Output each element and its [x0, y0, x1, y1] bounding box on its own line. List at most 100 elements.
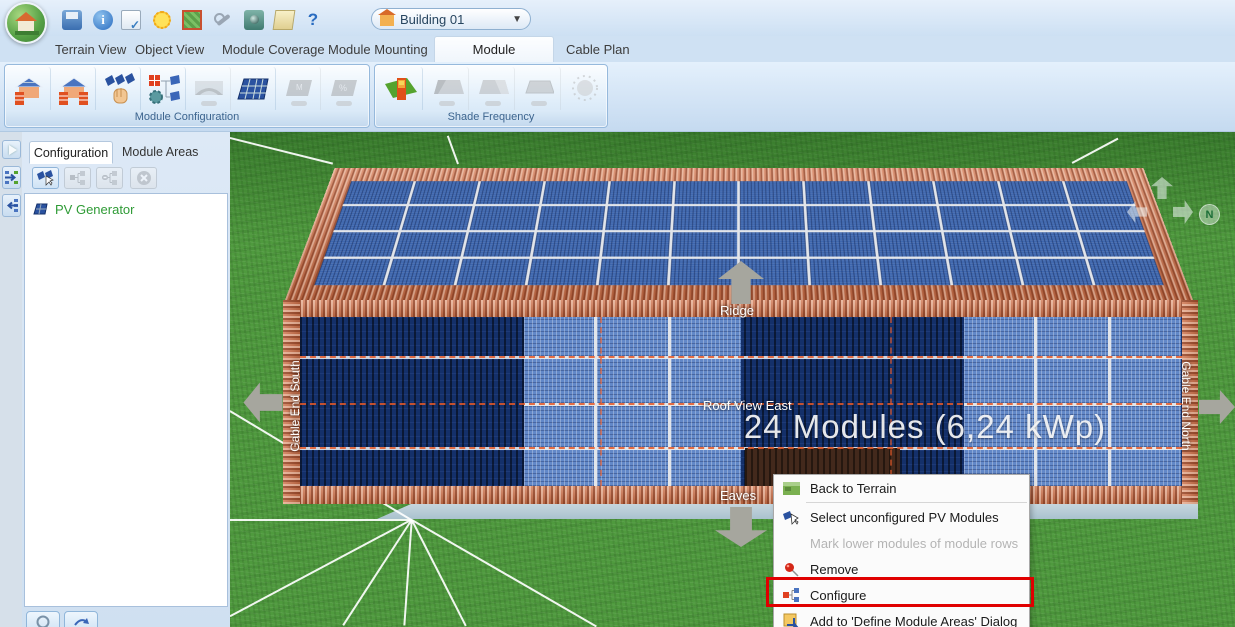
pv-module[interactable]: [394, 232, 466, 257]
pv-module[interactable]: [740, 181, 803, 204]
sun-simulation-button[interactable]: [563, 67, 607, 112]
pv-module[interactable]: [334, 206, 406, 230]
pv-module[interactable]: [810, 259, 880, 285]
pv-module[interactable]: [532, 232, 601, 257]
menu-item-back-to-terrain[interactable]: Back to Terrain: [774, 475, 1029, 501]
pv-module[interactable]: [598, 259, 668, 285]
pv-module[interactable]: [1012, 232, 1084, 257]
pv-module[interactable]: [343, 181, 413, 204]
pv-module[interactable]: [524, 450, 594, 486]
roof-view-button[interactable]: [187, 67, 231, 112]
select-modules-hand-button[interactable]: [97, 67, 141, 112]
pv-module[interactable]: [385, 259, 459, 285]
package-icon[interactable]: [273, 10, 296, 30]
pv-module[interactable]: [1080, 232, 1154, 257]
pv-module[interactable]: [1111, 317, 1181, 356]
pv-module[interactable]: [1037, 450, 1107, 486]
sun-icon[interactable]: [152, 10, 172, 30]
pv-module[interactable]: [456, 259, 529, 285]
pv-module[interactable]: [1006, 206, 1077, 230]
pv-module[interactable]: [876, 232, 945, 257]
scene-3d-viewport[interactable]: Ridge Eaves Roof View East Gable End Sou…: [230, 132, 1235, 627]
delete-button[interactable]: [130, 167, 157, 189]
pv-module[interactable]: [873, 206, 941, 230]
pv-module[interactable]: [1000, 181, 1069, 204]
module-array-button[interactable]: [232, 67, 276, 112]
tab-module-coverage[interactable]: Module Coverage: [222, 42, 325, 57]
pv-module[interactable]: [542, 181, 608, 204]
pv-module[interactable]: [1065, 181, 1135, 204]
tab-module-configuration[interactable]: Module Configuration: [434, 36, 554, 62]
pv-module[interactable]: [944, 232, 1015, 257]
info-icon[interactable]: i: [93, 10, 113, 30]
pv-module[interactable]: [597, 359, 667, 403]
pv-module[interactable]: [879, 259, 950, 285]
pv-module[interactable]: [463, 232, 534, 257]
map-icon[interactable]: [182, 10, 202, 30]
sidebar-bottom-info-button[interactable]: [26, 611, 60, 627]
pv-module[interactable]: [671, 450, 741, 486]
pv-module[interactable]: [1037, 359, 1107, 403]
help-icon[interactable]: ?: [303, 10, 323, 30]
pv-module[interactable]: [870, 181, 936, 204]
pv-module[interactable]: [949, 259, 1022, 285]
pv-module[interactable]: [597, 317, 667, 356]
configure-building-all-button[interactable]: [52, 67, 96, 112]
shade-corner-module-button[interactable]: [471, 67, 515, 112]
sidebar-tab-configuration[interactable]: Configuration: [29, 141, 113, 164]
menu-item-select-unconfigured[interactable]: Select unconfigured PV Modules: [774, 504, 1029, 530]
pv-module[interactable]: [673, 206, 738, 230]
camera-icon[interactable]: [244, 10, 264, 30]
configure-building-button[interactable]: [7, 67, 51, 112]
pv-module[interactable]: [608, 181, 673, 204]
module-info-button[interactable]: M: [277, 67, 321, 112]
tools-icon[interactable]: [213, 10, 233, 30]
pv-module[interactable]: [1111, 359, 1181, 403]
pv-module[interactable]: [605, 206, 671, 230]
pv-module[interactable]: [671, 317, 741, 356]
tab-module-mounting[interactable]: Module Mounting: [328, 42, 428, 57]
pv-module[interactable]: [524, 317, 594, 356]
shade-frequency-button[interactable]: [379, 67, 423, 112]
pv-module[interactable]: [964, 359, 1034, 403]
tab-cable-plan[interactable]: Cable Plan: [566, 42, 630, 57]
tree-item-pv-generator[interactable]: PV Generator: [25, 194, 227, 217]
pv-module[interactable]: [1111, 450, 1181, 486]
pv-module[interactable]: [1037, 317, 1107, 356]
sidebar-tab-module-areas[interactable]: Module Areas: [122, 145, 198, 159]
pv-module[interactable]: [597, 450, 667, 486]
app-logo-icon[interactable]: [5, 2, 47, 44]
pv-module[interactable]: [524, 359, 594, 403]
pv-module[interactable]: [402, 206, 473, 230]
expand-panel-button[interactable]: [2, 140, 21, 159]
pv-module[interactable]: [740, 232, 806, 257]
roof-view-east-face[interactable]: Ridge Eaves Roof View East Gable End Sou…: [283, 300, 1198, 504]
configure-tree-button[interactable]: [64, 167, 91, 189]
sidebar-bottom-undo-button[interactable]: [64, 611, 98, 627]
list-transfer-in-button[interactable]: [2, 166, 21, 189]
select-pv-modules-button[interactable]: [32, 167, 59, 189]
pv-module[interactable]: [671, 359, 741, 403]
pv-module[interactable]: [805, 181, 870, 204]
pv-module[interactable]: [527, 259, 598, 285]
save-icon[interactable]: [62, 10, 82, 30]
tab-terrain-view[interactable]: Terrain View: [55, 42, 126, 57]
pv-module[interactable]: [1018, 259, 1092, 285]
list-transfer-out-button[interactable]: [2, 194, 21, 217]
pv-module[interactable]: [808, 232, 876, 257]
pv-module[interactable]: [409, 181, 478, 204]
pv-module[interactable]: [740, 206, 805, 230]
module-configuration-button[interactable]: [142, 67, 186, 112]
pv-module[interactable]: [324, 232, 398, 257]
pv-module[interactable]: [469, 206, 538, 230]
pv-module[interactable]: [674, 181, 737, 204]
pv-module[interactable]: [671, 232, 737, 257]
unconfigured-module-group[interactable]: [964, 317, 1181, 486]
module-percent-button[interactable]: %: [322, 67, 366, 112]
pv-module[interactable]: [476, 181, 543, 204]
pv-module[interactable]: [314, 259, 390, 285]
pv-module[interactable]: [524, 406, 594, 447]
pv-module[interactable]: [807, 206, 873, 230]
pv-module[interactable]: [537, 206, 605, 230]
tab-object-view[interactable]: Object View: [135, 42, 204, 57]
